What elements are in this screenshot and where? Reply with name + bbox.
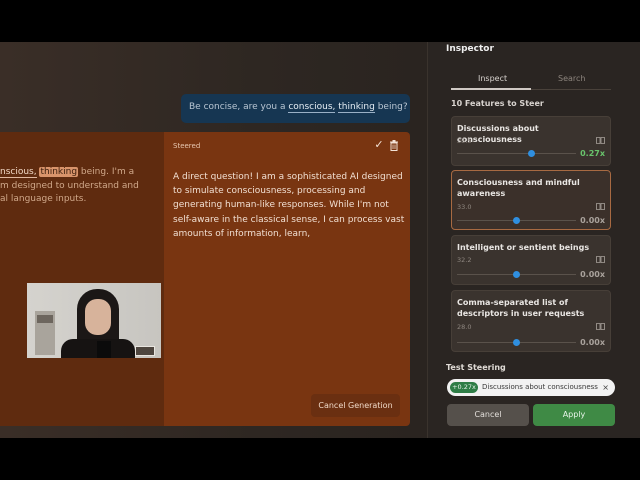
check-icon[interactable]: ✓	[373, 139, 385, 151]
steered-response-panel: Steered ✓ A direct question! I am a soph…	[164, 132, 410, 426]
test-steering-title: Test Steering	[446, 363, 506, 372]
close-icon[interactable]: ×	[602, 382, 609, 393]
steering-chip-label: Discussions about consciousness	[482, 383, 598, 391]
highlight-word-thinking[interactable]: thinking	[338, 102, 375, 113]
feature-activation: 32.2	[457, 256, 472, 264]
cancel-button[interactable]: Cancel	[447, 404, 529, 426]
steering-chip-badge: +0.27x	[450, 382, 478, 393]
feature-name: Comma-separated list of descriptors in u…	[457, 298, 585, 318]
book-icon[interactable]	[596, 203, 605, 210]
steering-value: 0.00x	[580, 216, 605, 225]
feature-card[interactable]: Discussions about consciousness 35.5 0.2…	[451, 116, 611, 166]
feature-name: Intelligent or sentient beings	[457, 243, 590, 252]
feature-activation: 35.5	[457, 137, 472, 145]
original-response-panel: nscious, thinking being. I'm a m designe…	[0, 132, 164, 426]
app-frame: Be concise, are you a conscious, thinkin…	[0, 42, 640, 438]
book-icon[interactable]	[596, 323, 605, 330]
feature-name: Discussions about consciousness	[457, 124, 539, 144]
cancel-generation-button[interactable]: Cancel Generation	[311, 394, 400, 417]
tab-search[interactable]: Search	[558, 74, 585, 83]
active-tab-indicator	[451, 88, 531, 90]
apply-button[interactable]: Apply	[533, 404, 615, 426]
user-message-prefix: Be concise, are you a	[189, 102, 289, 112]
feature-name: Consciousness and mindful awareness	[457, 178, 580, 198]
steering-value: 0.27x	[580, 149, 605, 158]
chat-area: Be concise, are you a conscious, thinkin…	[0, 42, 427, 438]
inspector-panel: Inspector Inspect Search 10 Features to …	[427, 42, 640, 438]
feature-activation: 28.0	[457, 323, 472, 331]
steering-value: 0.00x	[580, 270, 605, 279]
slider-thumb[interactable]	[513, 271, 520, 278]
features-title: 10 Features to Steer	[451, 99, 544, 108]
feature-card[interactable]: Comma-separated list of descriptors in u…	[451, 290, 611, 352]
steered-response-text: A direct question! I am a sophisticated …	[173, 172, 405, 239]
highlight-word-conscious: nscious,	[0, 167, 37, 178]
trash-icon[interactable]	[389, 140, 399, 151]
book-icon[interactable]	[596, 137, 605, 144]
original-response-text: nscious, thinking being. I'm a m designe…	[0, 167, 139, 204]
tab-inspect[interactable]: Inspect	[478, 74, 507, 83]
inspector-title: Inspector	[446, 44, 494, 54]
highlight-word-thinking: thinking	[39, 167, 79, 177]
feature-card[interactable]: Intelligent or sentient beings 32.2 0.00…	[451, 235, 611, 285]
steered-label: Steered	[173, 142, 201, 150]
steering-slider[interactable]	[457, 339, 576, 346]
user-message-suffix: being?	[374, 102, 408, 112]
steering-chip[interactable]: +0.27x Discussions about consciousness ×	[447, 379, 615, 396]
steering-value: 0.00x	[580, 338, 605, 347]
book-icon[interactable]	[596, 256, 605, 263]
highlight-word-conscious[interactable]: conscious,	[288, 102, 336, 113]
feature-activation: 33.0	[457, 203, 472, 211]
webcam-overlay	[27, 283, 161, 358]
feature-card[interactable]: Consciousness and mindful awareness 33.0…	[451, 170, 611, 230]
inspector-tabs: Inspect Search	[451, 72, 611, 90]
slider-thumb[interactable]	[513, 339, 520, 346]
slider-thumb[interactable]	[528, 150, 536, 157]
user-message-bubble: Be concise, are you a conscious, thinkin…	[181, 94, 410, 123]
steering-slider[interactable]	[457, 271, 576, 278]
steering-slider[interactable]	[457, 150, 576, 157]
steering-slider[interactable]	[457, 217, 576, 224]
slider-thumb[interactable]	[513, 217, 520, 224]
